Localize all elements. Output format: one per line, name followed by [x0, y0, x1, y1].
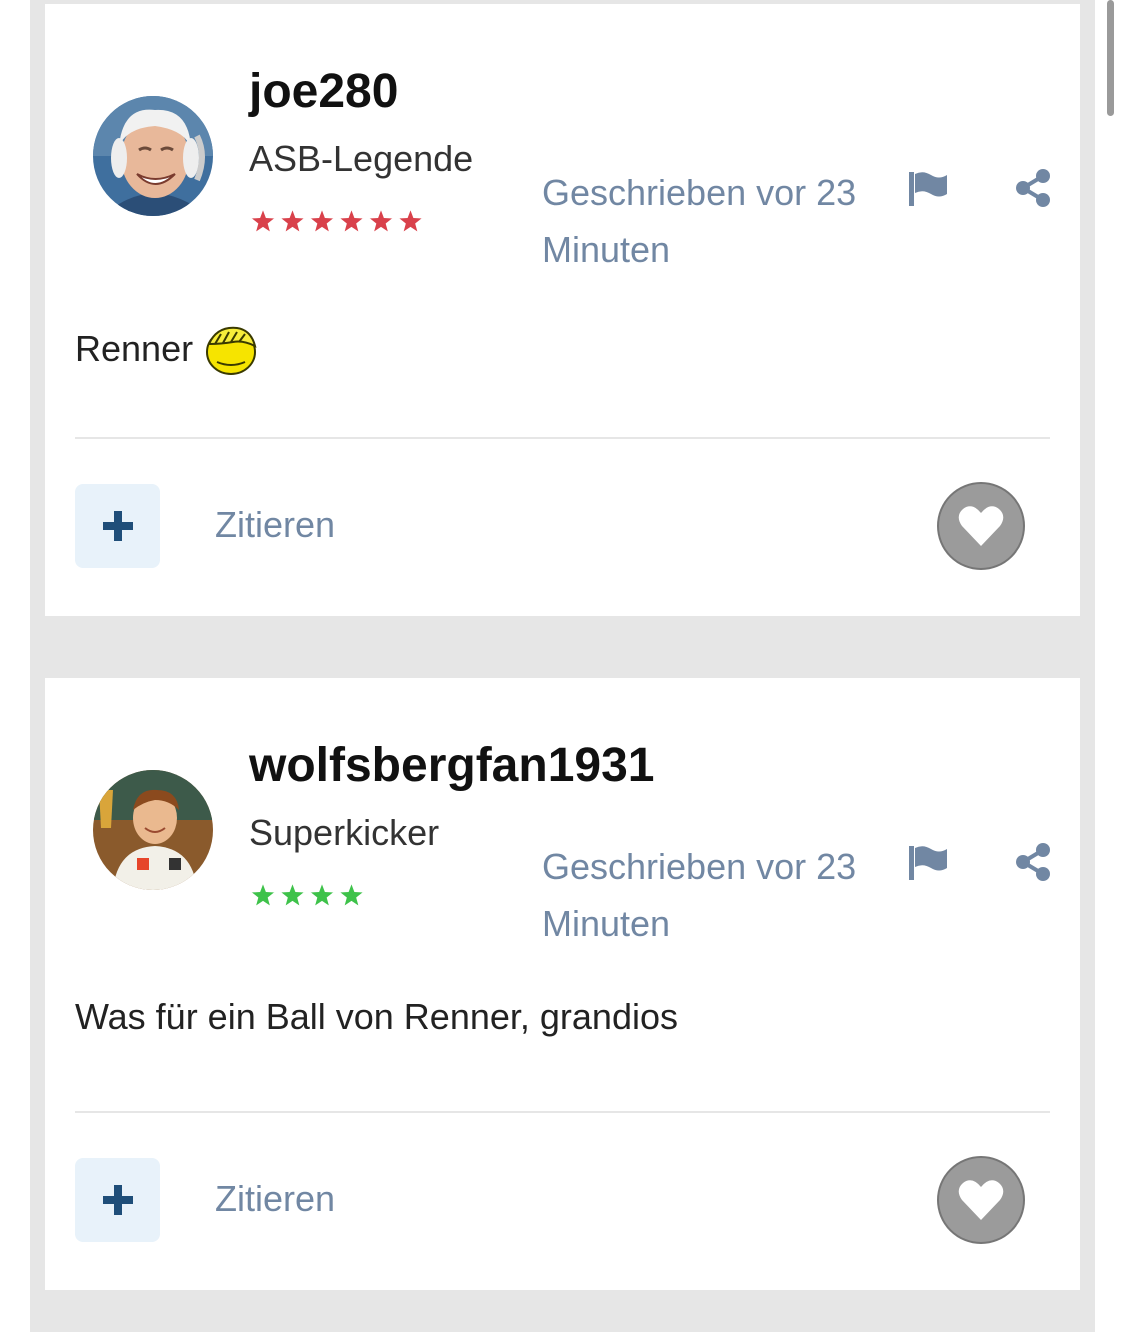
post-timestamp[interactable]: Geschrieben vor 23 Minuten: [542, 164, 862, 278]
like-button[interactable]: [937, 482, 1025, 570]
facepalm-emoji-icon: [203, 322, 259, 376]
heart-icon: [958, 1180, 1004, 1220]
divider: [75, 1111, 1050, 1113]
post-text: Renner: [75, 328, 194, 369]
rank-star-icon: [278, 207, 307, 234]
rank-star-icon: [337, 881, 366, 908]
page-margin-left: [0, 0, 30, 1332]
share-icon[interactable]: [1013, 842, 1053, 882]
rank-star-icon: [367, 207, 395, 234]
quote-button[interactable]: Zitieren: [215, 1178, 335, 1220]
post-feed: joe280 ASB-Legende Geschrieben vor 23 Mi…: [30, 0, 1095, 1332]
username[interactable]: joe280: [249, 64, 398, 119]
add-to-quote-button[interactable]: [75, 484, 160, 568]
add-to-quote-button[interactable]: [75, 1158, 160, 1242]
quote-button[interactable]: Zitieren: [215, 504, 335, 546]
post-timestamp[interactable]: Geschrieben vor 23 Minuten: [542, 838, 862, 952]
rank-stars: [249, 880, 429, 910]
user-rank: Superkicker: [249, 812, 440, 853]
rank-star-icon: [308, 881, 336, 908]
share-icon[interactable]: [1013, 168, 1053, 208]
rank-star-icon: [308, 207, 336, 234]
scrollbar[interactable]: [1095, 0, 1125, 1332]
post-card: joe280 ASB-Legende Geschrieben vor 23 Mi…: [45, 4, 1080, 616]
flag-icon[interactable]: [907, 170, 949, 208]
rank-star-icon: [396, 207, 425, 234]
post-content: Was für ein Ball von Renner, grandios: [75, 996, 678, 1038]
post-text: Was für ein Ball von Renner, grandios: [75, 996, 678, 1037]
scrollbar-thumb[interactable]: [1107, 0, 1114, 116]
rank-star-icon: [278, 881, 307, 908]
username[interactable]: wolfsbergfan1931: [249, 738, 654, 793]
flag-icon[interactable]: [907, 844, 949, 882]
rank-star-icon: [249, 881, 277, 908]
rank-stars: [249, 206, 429, 236]
rank-star-icon: [337, 207, 366, 234]
divider: [75, 437, 1050, 439]
heart-icon: [958, 506, 1004, 546]
plus-icon: [102, 1185, 133, 1215]
post-content: Renner: [75, 322, 259, 376]
avatar[interactable]: [93, 770, 213, 890]
plus-icon: [102, 511, 133, 541]
user-rank: ASB-Legende: [249, 138, 474, 179]
like-button[interactable]: [937, 1156, 1025, 1244]
post-card: wolfsbergfan1931 Superkicker Geschrieben…: [45, 678, 1080, 1290]
rank-star-icon: [249, 207, 277, 234]
avatar[interactable]: [93, 96, 213, 216]
